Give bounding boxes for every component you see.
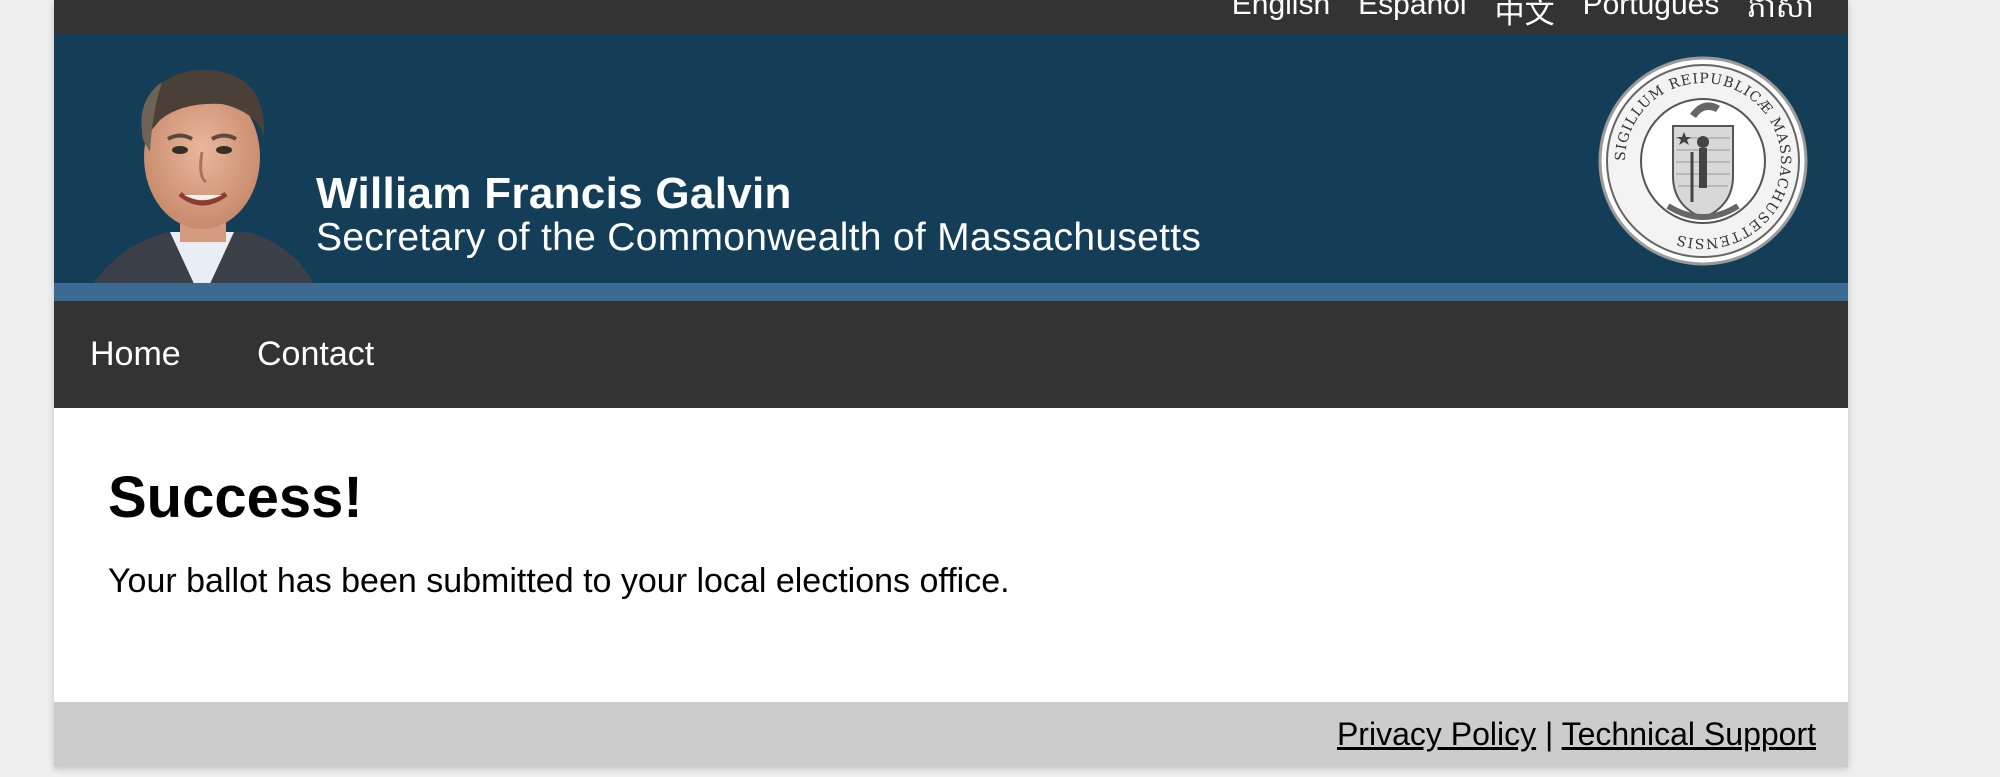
language-link[interactable]: English: [1232, 0, 1330, 32]
nav-contact-link[interactable]: Contact: [257, 335, 374, 374]
main-navigation: Home Contact: [54, 301, 1848, 408]
massachusetts-seal: SIGILLUM REIPUBLICÆ MASSACHUSETTENSIS: [1598, 56, 1808, 266]
banner-stripe: [54, 283, 1848, 301]
language-link[interactable]: ភាសា: [1747, 0, 1814, 32]
technical-support-link[interactable]: Technical Support: [1562, 716, 1816, 752]
portrait-image: [82, 70, 322, 301]
official-title: Secretary of the Commonwealth of Massach…: [316, 216, 1202, 259]
footer-separator: |: [1545, 716, 1554, 752]
language-links: English Español 中文 Português ភាសា: [1232, 0, 1814, 32]
language-link[interactable]: 中文: [1495, 0, 1555, 32]
success-message: Your ballot has been submitted to your l…: [108, 562, 1010, 600]
privacy-policy-link[interactable]: Privacy Policy: [1337, 716, 1536, 752]
main-content: Success! Your ballot has been submitted …: [54, 408, 1848, 702]
page-container: English Español 中文 Português ភាសា Willia…: [54, 0, 1848, 767]
nav-home-link[interactable]: Home: [90, 335, 181, 374]
language-link[interactable]: Español: [1358, 0, 1466, 32]
success-heading: Success!: [108, 465, 363, 530]
footer: Privacy Policy | Technical Support: [54, 702, 1848, 767]
header-banner: William Francis Galvin Secretary of the …: [54, 34, 1848, 301]
language-bar: English Español 中文 Português ភាសា: [54, 0, 1848, 34]
official-name: William Francis Galvin: [316, 169, 792, 218]
footer-links: Privacy Policy | Technical Support: [1337, 716, 1816, 753]
language-link[interactable]: Português: [1583, 0, 1720, 32]
